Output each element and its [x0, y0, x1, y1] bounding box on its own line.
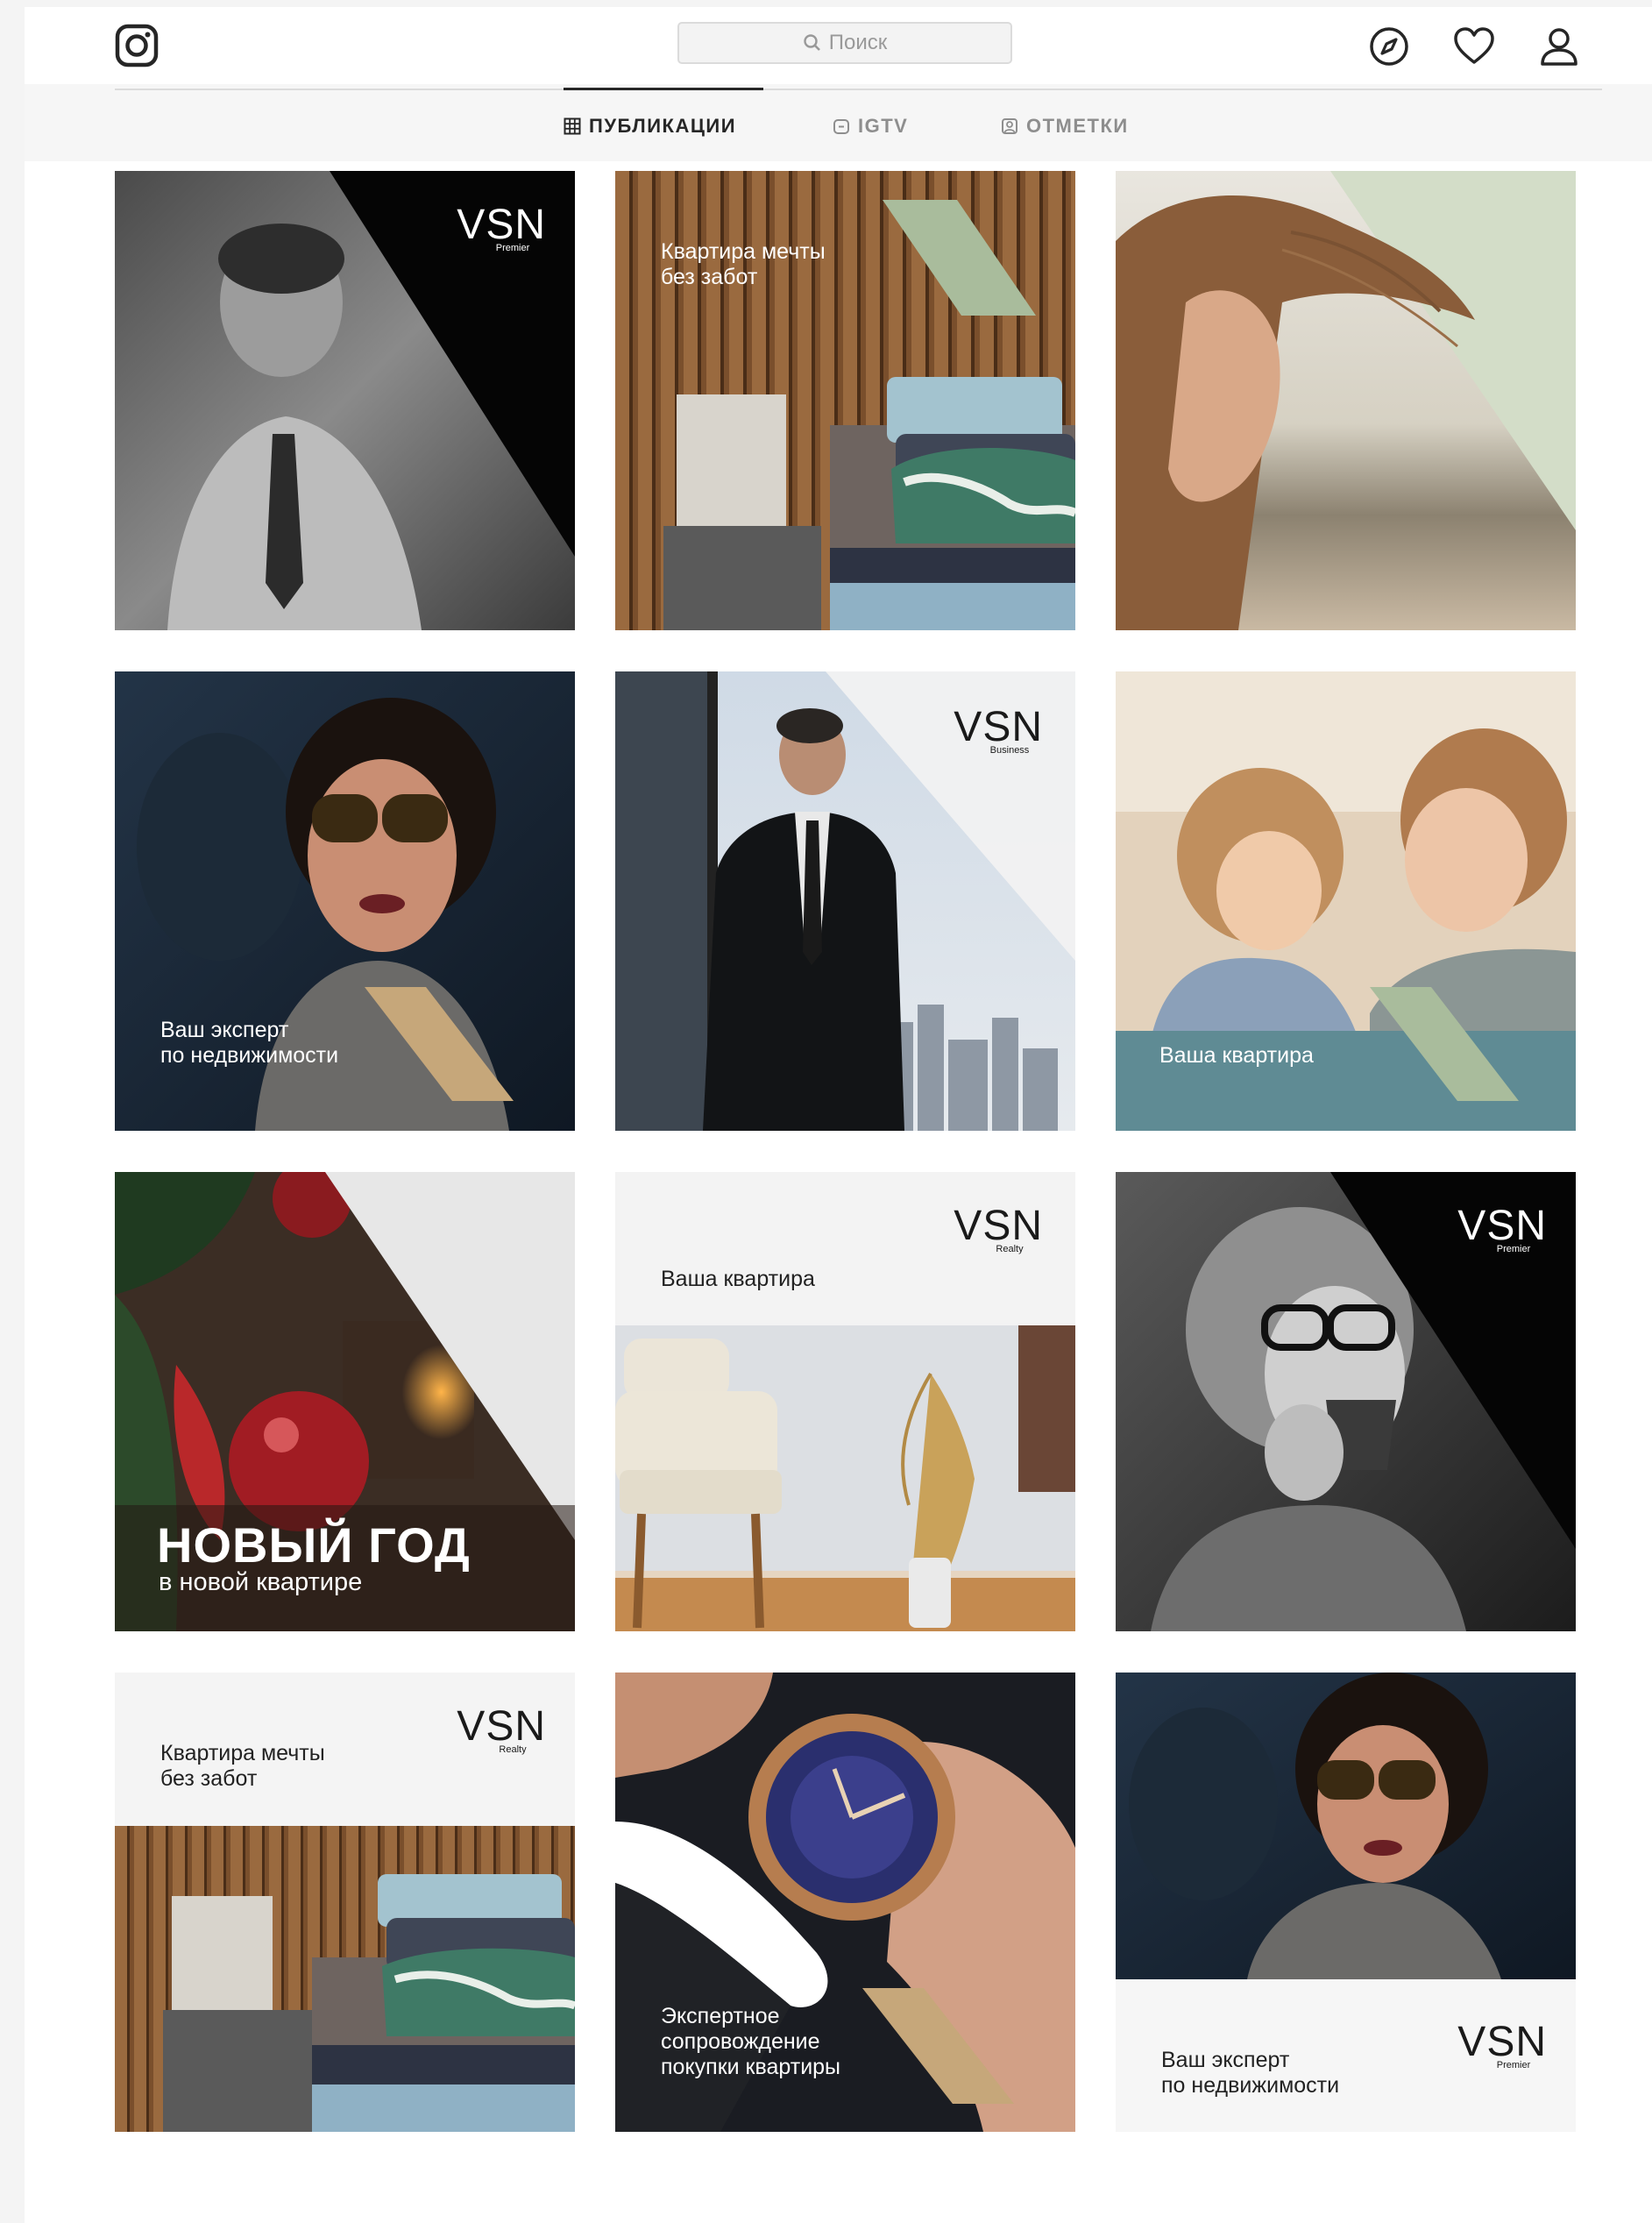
window-frame-top	[0, 0, 1652, 7]
post-thumbnail[interactable]: Ваша квартира	[1116, 671, 1576, 1131]
post-caption: Квартира мечты без забот	[661, 239, 826, 289]
tabs-divider	[115, 89, 1602, 90]
post-thumbnail[interactable]	[1116, 171, 1576, 630]
vsn-logo: VSN Premier	[1442, 2019, 1547, 2071]
post-title: НОВЫЙ ГОД	[157, 1517, 471, 1573]
tab-label: IGTV	[858, 115, 909, 137]
tagged-icon	[1002, 118, 1017, 134]
logo-mark: VSN	[1457, 1203, 1547, 1249]
tab-igtv[interactable]: IGTV	[833, 115, 908, 138]
post-thumbnail[interactable]: Экспертное сопровождение покупки квартир…	[615, 1673, 1075, 2132]
profile-icon[interactable]	[1537, 25, 1581, 68]
igtv-icon	[833, 119, 849, 134]
vsn-logo: VSN Business	[938, 707, 1043, 756]
post-thumbnail[interactable]: Ваша квартира VSN Realty	[615, 1172, 1075, 1631]
post-subtitle: в новой квартире	[159, 1568, 363, 1596]
window-frame-left	[0, 0, 25, 2223]
post-caption: Квартира мечты без забот	[160, 1741, 325, 1791]
post-thumbnail[interactable]: Квартира мечты без забот	[615, 171, 1075, 630]
post-thumbnail[interactable]: НОВЫЙ ГОД в новой квартире	[115, 1172, 575, 1631]
explore-compass-icon[interactable]	[1367, 25, 1411, 68]
tab-tagged[interactable]: ОТМЕТКИ	[1001, 115, 1129, 138]
tab-label: ОТМЕТКИ	[1026, 115, 1129, 137]
logo-mark: VSN	[457, 202, 546, 248]
logo-mark: VSN	[954, 1203, 1043, 1249]
grid-icon	[564, 117, 581, 135]
active-tab-indicator	[564, 88, 763, 90]
post-caption: Ваша квартира	[1159, 1043, 1314, 1068]
vsn-logo: VSN Realty	[938, 1203, 1043, 1255]
logo-mark: VSN	[457, 1703, 546, 1750]
post-thumbnail[interactable]: VSN Business	[615, 671, 1075, 1131]
top-navigation-bar: Поиск	[25, 7, 1652, 86]
instagram-icon[interactable]	[114, 23, 160, 68]
tab-publications[interactable]: ПУБЛИКАЦИИ	[564, 115, 736, 138]
vsn-logo: VSN Realty	[441, 1703, 546, 1756]
profile-tabs-bar: ПУБЛИКАЦИИ IGTV ОТМЕТКИ	[25, 84, 1652, 161]
vsn-logo: VSN Premier	[441, 202, 546, 254]
post-caption: Ваша квартира	[661, 1267, 815, 1291]
post-caption: Экспертное сопровождение покупки квартир…	[661, 2004, 841, 2079]
post-thumbnail[interactable]: VSN Premier	[1116, 1172, 1576, 1631]
post-thumbnail[interactable]: Ваш эксперт по недвижимости	[115, 671, 575, 1131]
woman-wind-photo	[1116, 171, 1576, 630]
post-thumbnail[interactable]: VSN Premier	[115, 171, 575, 630]
vsn-logo: VSN Premier	[1442, 1203, 1547, 1255]
post-caption: Ваш эксперт по недвижимости	[1161, 2048, 1340, 2098]
search-input[interactable]: Поиск	[677, 22, 1012, 64]
post-caption: Ваш эксперт по недвижимости	[160, 1018, 339, 1068]
post-thumbnail[interactable]: Ваш эксперт по недвижимости VSN Premier	[1116, 1673, 1576, 2132]
heart-icon[interactable]	[1452, 25, 1496, 68]
tab-label: ПУБЛИКАЦИИ	[589, 115, 737, 137]
search-placeholder: Поиск	[828, 31, 888, 54]
search-icon	[804, 34, 820, 51]
logo-mark: VSN	[1457, 2019, 1547, 2065]
logo-mark: VSN	[954, 704, 1043, 750]
post-thumbnail[interactable]: Квартира мечты без забот VSN Realty	[115, 1673, 575, 2132]
